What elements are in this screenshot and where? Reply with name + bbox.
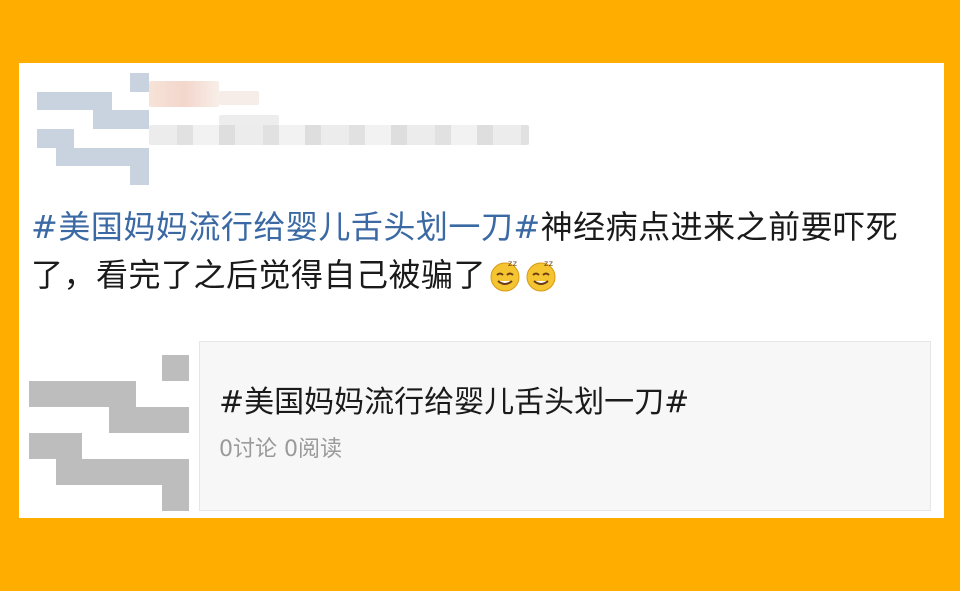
mosaic-block: [29, 407, 56, 433]
mosaic-block: [162, 433, 189, 459]
doge-icon: zz: [488, 257, 522, 292]
mosaic-block: [130, 73, 149, 92]
mosaic-block: [111, 91, 131, 111]
mosaic-block: [29, 485, 56, 511]
mosaic-block: [74, 91, 93, 111]
avatar[interactable]: [37, 73, 149, 185]
mosaic-block: [92, 128, 112, 148]
mosaic-block: [55, 147, 75, 167]
mosaic-block: [74, 128, 93, 148]
mosaic-block: [130, 110, 149, 129]
mosaic-block: [92, 166, 112, 185]
mosaic-block: [37, 166, 56, 185]
mosaic-block: [135, 459, 163, 485]
mosaic-block: [37, 147, 56, 167]
topic-meta: 0讨论 0阅读: [219, 437, 342, 462]
topic-thumbnail[interactable]: [29, 355, 189, 511]
mosaic-block: [37, 73, 56, 92]
mosaic-block: [162, 381, 189, 407]
mosaic-block: [162, 485, 189, 511]
mosaic-block: [55, 91, 75, 111]
svg-text:zz: zz: [544, 259, 553, 268]
svg-text:zz: zz: [508, 259, 517, 268]
mosaic-block: [108, 433, 136, 459]
mosaic-block: [82, 459, 109, 485]
mosaic-block: [162, 407, 189, 433]
topic-card[interactable]: [199, 341, 931, 511]
mosaic-block: [74, 73, 93, 92]
mosaic-block: [130, 147, 149, 167]
mosaic-block: [162, 459, 189, 485]
mosaic-block: [29, 459, 56, 485]
mosaic-block: [108, 381, 136, 407]
topic-title[interactable]: #美国妈妈流行给婴儿舌头划一刀#: [219, 383, 689, 423]
mosaic-block: [29, 381, 56, 407]
mosaic-block: [111, 147, 131, 167]
post-text: #美国妈妈流行给婴儿舌头划一刀#神经病点进来之前要吓死了，看完了之后觉得自己被骗…: [31, 203, 936, 299]
mosaic-block: [111, 73, 131, 92]
mosaic-block: [55, 459, 83, 485]
mosaic-block: [135, 355, 163, 381]
mosaic-block: [82, 355, 109, 381]
mosaic-block: [55, 381, 83, 407]
mosaic-block: [108, 407, 136, 433]
mosaic-block: [55, 355, 83, 381]
mosaic-block: [108, 485, 136, 511]
mosaic-block: [37, 91, 56, 111]
mosaic-block: [55, 166, 75, 185]
mosaic-block: [55, 73, 75, 92]
mosaic-block: [111, 166, 131, 185]
post-meta-blurred: [149, 125, 529, 145]
mosaic-block: [74, 166, 93, 185]
mosaic-block: [135, 485, 163, 511]
mosaic-block: [82, 381, 109, 407]
hashtag-link[interactable]: #美国妈妈流行给婴儿舌头划一刀#: [31, 208, 541, 246]
mosaic-block: [108, 459, 136, 485]
post-meta-blurred-top: [219, 115, 279, 125]
mosaic-block: [130, 91, 149, 111]
mosaic-block: [130, 128, 149, 148]
mosaic-block: [55, 128, 75, 148]
mosaic-block: [111, 110, 131, 129]
mosaic-block: [55, 433, 83, 459]
mosaic-block: [82, 407, 109, 433]
mosaic-block: [92, 110, 112, 129]
mosaic-block: [82, 433, 109, 459]
mosaic-block: [55, 407, 83, 433]
mosaic-block: [92, 147, 112, 167]
username-blurred-extra: [219, 91, 259, 105]
mosaic-block: [135, 381, 163, 407]
mosaic-block: [162, 355, 189, 381]
doge-icon: zz: [524, 257, 558, 292]
username-blurred[interactable]: [149, 81, 219, 107]
mosaic-block: [135, 407, 163, 433]
mosaic-block: [74, 110, 93, 129]
mosaic-block: [135, 433, 163, 459]
mosaic-block: [29, 355, 56, 381]
mosaic-block: [111, 128, 131, 148]
mosaic-block: [82, 485, 109, 511]
mosaic-block: [92, 91, 112, 111]
mosaic-block: [55, 485, 83, 511]
mosaic-block: [29, 433, 56, 459]
mosaic-block: [130, 166, 149, 185]
mosaic-block: [55, 110, 75, 129]
mosaic-block: [74, 147, 93, 167]
mosaic-block: [37, 110, 56, 129]
mosaic-block: [108, 355, 136, 381]
mosaic-block: [92, 73, 112, 92]
mosaic-block: [37, 128, 56, 148]
weibo-post-card: #美国妈妈流行给婴儿舌头划一刀#神经病点进来之前要吓死了，看完了之后觉得自己被骗…: [19, 63, 944, 518]
